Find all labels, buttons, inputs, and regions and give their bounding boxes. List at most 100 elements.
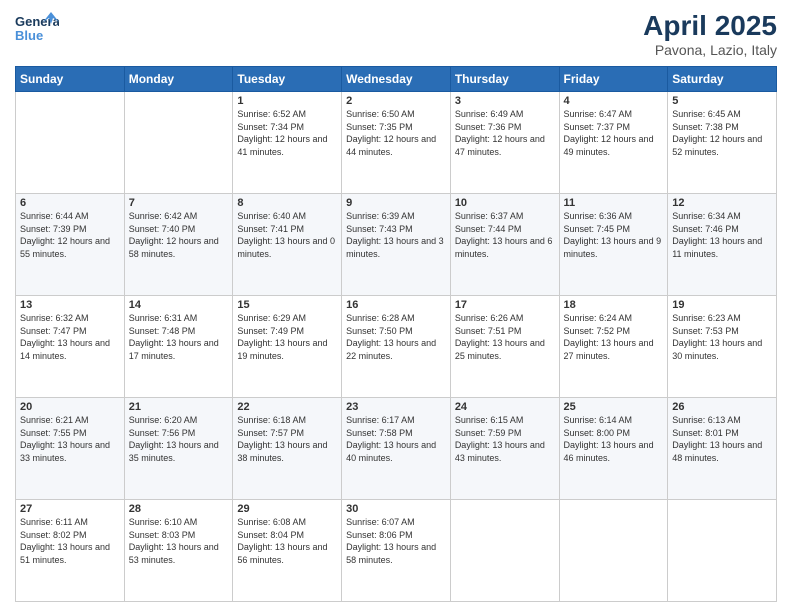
day-info: Sunrise: 6:18 AM Sunset: 7:57 PM Dayligh… (237, 414, 337, 464)
day-number: 10 (455, 197, 555, 209)
day-info: Sunrise: 6:34 AM Sunset: 7:46 PM Dayligh… (672, 210, 772, 260)
week-row-1: 1Sunrise: 6:52 AM Sunset: 7:34 PM Daylig… (16, 92, 777, 194)
calendar-header-row: SundayMondayTuesdayWednesdayThursdayFrid… (16, 67, 777, 92)
week-row-2: 6Sunrise: 6:44 AM Sunset: 7:39 PM Daylig… (16, 194, 777, 296)
header-day-sunday: Sunday (16, 67, 125, 92)
day-info: Sunrise: 6:23 AM Sunset: 7:53 PM Dayligh… (672, 312, 772, 362)
header-day-wednesday: Wednesday (342, 67, 451, 92)
day-number: 14 (129, 299, 229, 311)
day-number: 4 (564, 95, 664, 107)
day-number: 3 (455, 95, 555, 107)
day-info: Sunrise: 6:20 AM Sunset: 7:56 PM Dayligh… (129, 414, 229, 464)
day-number: 28 (129, 503, 229, 515)
day-info: Sunrise: 6:40 AM Sunset: 7:41 PM Dayligh… (237, 210, 337, 260)
calendar-cell: 7Sunrise: 6:42 AM Sunset: 7:40 PM Daylig… (124, 194, 233, 296)
calendar-cell: 10Sunrise: 6:37 AM Sunset: 7:44 PM Dayli… (450, 194, 559, 296)
day-info: Sunrise: 6:39 AM Sunset: 7:43 PM Dayligh… (346, 210, 446, 260)
day-number: 30 (346, 503, 446, 515)
day-info: Sunrise: 6:07 AM Sunset: 8:06 PM Dayligh… (346, 516, 446, 566)
day-number: 12 (672, 197, 772, 209)
day-info: Sunrise: 6:13 AM Sunset: 8:01 PM Dayligh… (672, 414, 772, 464)
calendar-cell: 20Sunrise: 6:21 AM Sunset: 7:55 PM Dayli… (16, 398, 125, 500)
calendar-cell: 17Sunrise: 6:26 AM Sunset: 7:51 PM Dayli… (450, 296, 559, 398)
day-number: 27 (20, 503, 120, 515)
header-day-friday: Friday (559, 67, 668, 92)
day-number: 1 (237, 95, 337, 107)
header-day-monday: Monday (124, 67, 233, 92)
day-number: 24 (455, 401, 555, 413)
calendar-cell: 11Sunrise: 6:36 AM Sunset: 7:45 PM Dayli… (559, 194, 668, 296)
calendar-cell: 18Sunrise: 6:24 AM Sunset: 7:52 PM Dayli… (559, 296, 668, 398)
day-info: Sunrise: 6:44 AM Sunset: 7:39 PM Dayligh… (20, 210, 120, 260)
day-info: Sunrise: 6:14 AM Sunset: 8:00 PM Dayligh… (564, 414, 664, 464)
day-number: 8 (237, 197, 337, 209)
day-info: Sunrise: 6:49 AM Sunset: 7:36 PM Dayligh… (455, 108, 555, 158)
calendar-cell (559, 500, 668, 602)
header-day-thursday: Thursday (450, 67, 559, 92)
day-number: 29 (237, 503, 337, 515)
day-info: Sunrise: 6:36 AM Sunset: 7:45 PM Dayligh… (564, 210, 664, 260)
day-info: Sunrise: 6:11 AM Sunset: 8:02 PM Dayligh… (20, 516, 120, 566)
svg-text:Blue: Blue (15, 28, 43, 43)
week-row-5: 27Sunrise: 6:11 AM Sunset: 8:02 PM Dayli… (16, 500, 777, 602)
calendar-cell: 2Sunrise: 6:50 AM Sunset: 7:35 PM Daylig… (342, 92, 451, 194)
day-info: Sunrise: 6:37 AM Sunset: 7:44 PM Dayligh… (455, 210, 555, 260)
day-info: Sunrise: 6:21 AM Sunset: 7:55 PM Dayligh… (20, 414, 120, 464)
day-info: Sunrise: 6:17 AM Sunset: 7:58 PM Dayligh… (346, 414, 446, 464)
calendar-cell: 24Sunrise: 6:15 AM Sunset: 7:59 PM Dayli… (450, 398, 559, 500)
day-number: 23 (346, 401, 446, 413)
calendar-cell: 22Sunrise: 6:18 AM Sunset: 7:57 PM Dayli… (233, 398, 342, 500)
day-number: 2 (346, 95, 446, 107)
day-info: Sunrise: 6:29 AM Sunset: 7:49 PM Dayligh… (237, 312, 337, 362)
day-number: 26 (672, 401, 772, 413)
day-info: Sunrise: 6:52 AM Sunset: 7:34 PM Dayligh… (237, 108, 337, 158)
calendar-cell: 8Sunrise: 6:40 AM Sunset: 7:41 PM Daylig… (233, 194, 342, 296)
calendar-cell: 13Sunrise: 6:32 AM Sunset: 7:47 PM Dayli… (16, 296, 125, 398)
day-info: Sunrise: 6:24 AM Sunset: 7:52 PM Dayligh… (564, 312, 664, 362)
day-number: 22 (237, 401, 337, 413)
day-info: Sunrise: 6:26 AM Sunset: 7:51 PM Dayligh… (455, 312, 555, 362)
calendar-cell: 15Sunrise: 6:29 AM Sunset: 7:49 PM Dayli… (233, 296, 342, 398)
logo-svg: General Blue (15, 10, 59, 48)
calendar-cell: 5Sunrise: 6:45 AM Sunset: 7:38 PM Daylig… (668, 92, 777, 194)
calendar: SundayMondayTuesdayWednesdayThursdayFrid… (15, 66, 777, 602)
calendar-cell: 25Sunrise: 6:14 AM Sunset: 8:00 PM Dayli… (559, 398, 668, 500)
day-info: Sunrise: 6:47 AM Sunset: 7:37 PM Dayligh… (564, 108, 664, 158)
calendar-cell (450, 500, 559, 602)
day-number: 25 (564, 401, 664, 413)
page: General Blue April 2025 Pavona, Lazio, I… (0, 0, 792, 612)
day-info: Sunrise: 6:50 AM Sunset: 7:35 PM Dayligh… (346, 108, 446, 158)
day-number: 9 (346, 197, 446, 209)
calendar-cell: 3Sunrise: 6:49 AM Sunset: 7:36 PM Daylig… (450, 92, 559, 194)
calendar-cell: 19Sunrise: 6:23 AM Sunset: 7:53 PM Dayli… (668, 296, 777, 398)
calendar-cell: 9Sunrise: 6:39 AM Sunset: 7:43 PM Daylig… (342, 194, 451, 296)
calendar-cell: 29Sunrise: 6:08 AM Sunset: 8:04 PM Dayli… (233, 500, 342, 602)
day-info: Sunrise: 6:32 AM Sunset: 7:47 PM Dayligh… (20, 312, 120, 362)
logo: General Blue (15, 10, 59, 48)
day-number: 21 (129, 401, 229, 413)
day-info: Sunrise: 6:42 AM Sunset: 7:40 PM Dayligh… (129, 210, 229, 260)
calendar-cell (16, 92, 125, 194)
title-block: April 2025 Pavona, Lazio, Italy (643, 10, 777, 58)
calendar-cell (668, 500, 777, 602)
calendar-cell: 30Sunrise: 6:07 AM Sunset: 8:06 PM Dayli… (342, 500, 451, 602)
day-info: Sunrise: 6:31 AM Sunset: 7:48 PM Dayligh… (129, 312, 229, 362)
calendar-cell (124, 92, 233, 194)
calendar-cell: 16Sunrise: 6:28 AM Sunset: 7:50 PM Dayli… (342, 296, 451, 398)
day-number: 20 (20, 401, 120, 413)
calendar-cell: 23Sunrise: 6:17 AM Sunset: 7:58 PM Dayli… (342, 398, 451, 500)
day-number: 5 (672, 95, 772, 107)
calendar-cell: 26Sunrise: 6:13 AM Sunset: 8:01 PM Dayli… (668, 398, 777, 500)
day-number: 7 (129, 197, 229, 209)
day-info: Sunrise: 6:10 AM Sunset: 8:03 PM Dayligh… (129, 516, 229, 566)
week-row-3: 13Sunrise: 6:32 AM Sunset: 7:47 PM Dayli… (16, 296, 777, 398)
day-number: 11 (564, 197, 664, 209)
calendar-cell: 14Sunrise: 6:31 AM Sunset: 7:48 PM Dayli… (124, 296, 233, 398)
day-number: 18 (564, 299, 664, 311)
header: General Blue April 2025 Pavona, Lazio, I… (15, 10, 777, 58)
location: Pavona, Lazio, Italy (643, 42, 777, 58)
day-number: 6 (20, 197, 120, 209)
day-number: 19 (672, 299, 772, 311)
day-info: Sunrise: 6:28 AM Sunset: 7:50 PM Dayligh… (346, 312, 446, 362)
calendar-cell: 4Sunrise: 6:47 AM Sunset: 7:37 PM Daylig… (559, 92, 668, 194)
